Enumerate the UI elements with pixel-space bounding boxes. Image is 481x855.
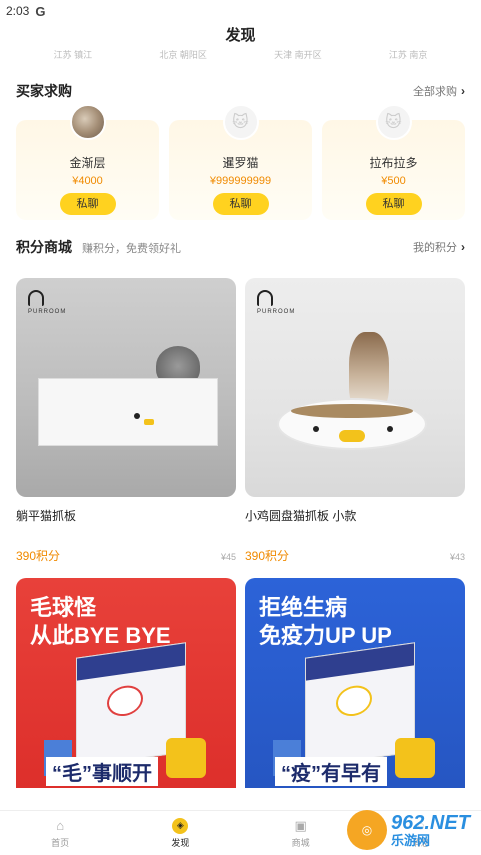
status-bar: 2:03 G: [0, 0, 481, 22]
private-chat-button[interactable]: 私聊: [59, 193, 116, 215]
buyer-price: ¥4000: [72, 175, 103, 187]
banner-subheadline: 从此BYE BYE: [30, 623, 171, 648]
location-item[interactable]: 江苏 南京: [389, 50, 428, 62]
product-image[interactable]: PURROOM: [16, 278, 236, 497]
purroom-logo: PURROOM: [257, 290, 295, 315]
buyer-name: 金渐层: [69, 156, 106, 170]
buyer-price: ¥999999999: [209, 175, 272, 187]
product-name: 小鸡圆盘猫抓板 小款: [245, 509, 357, 523]
chevron-right-icon: ›: [461, 240, 465, 254]
product-points: 390积分: [245, 549, 290, 563]
product-image[interactable]: PURROOM: [245, 278, 465, 497]
product-price-row: 390积分 ¥45: [16, 547, 236, 564]
promo-banners: 毛球怪 从此BYE BYE “毛”事顺开 拒绝生病 免疫力UP UP “疫”有早…: [0, 578, 481, 788]
location-item[interactable]: 天津 南开区: [274, 50, 322, 62]
buyer-price: ¥500: [381, 175, 406, 187]
buyer-card[interactable]: 🐱 拉布拉多 ¥500 私聊: [322, 104, 465, 220]
decor-cube: [166, 738, 206, 778]
mall-section-header: 积分商城 赚积分，免费领好礼 我的积分 ›: [0, 232, 481, 262]
buyer-card[interactable]: 🐱 暹罗猫 ¥999999999 私聊: [169, 104, 312, 220]
avatar: [69, 104, 106, 140]
mall-section-title: 积分商城: [16, 239, 72, 255]
tab-discover[interactable]: ◈ 发现: [150, 817, 210, 849]
tab-shop[interactable]: ▣ 商城: [271, 818, 331, 849]
google-icon: G: [35, 3, 46, 19]
mall-section-subtitle: 赚积分，免费领好礼: [82, 243, 181, 255]
tab-label: 发现: [171, 837, 190, 848]
tab-label: 商城: [291, 837, 310, 848]
product-points: 390积分: [16, 549, 61, 563]
site-watermark: ◎ 962.NET 乐游网: [347, 807, 477, 853]
chevron-right-icon: ›: [461, 84, 465, 98]
watermark-site-name: 乐游网: [391, 832, 431, 848]
banner-slogan: “疫”有早有: [275, 757, 387, 786]
shop-icon: ▣: [294, 817, 307, 833]
my-points-label: 我的积分: [413, 242, 457, 254]
cat-placeholder-icon: 🐱: [222, 104, 259, 140]
buyers-list: 金渐层 ¥4000 私聊 🐱 暹罗猫 ¥999999999 私聊 🐱 拉布拉多 …: [0, 104, 481, 220]
page-title: 发现: [225, 27, 256, 44]
scratch-box-image: [38, 378, 218, 446]
tab-home[interactable]: ⌂ 首页: [30, 818, 90, 849]
buyers-section-title: 买家求购: [16, 83, 72, 99]
private-chat-button[interactable]: 私聊: [365, 193, 422, 215]
product-name: 躺平猫抓板: [16, 509, 77, 523]
watermark-logo: ◎: [347, 810, 387, 850]
banner-slogan: “毛”事顺开: [46, 757, 158, 786]
status-time: 2:03: [6, 4, 30, 18]
location-item[interactable]: 北京 朝阳区: [159, 50, 207, 62]
promo-banner[interactable]: 拒绝生病 免疫力UP UP “疫”有早有: [245, 578, 465, 788]
product-original-price: ¥43: [449, 552, 465, 562]
buyer-card[interactable]: 金渐层 ¥4000 私聊: [16, 104, 159, 220]
all-requests-label: 全部求购: [413, 86, 457, 98]
product-price-row: 390积分 ¥43: [245, 547, 465, 564]
buyers-section-header: 买家求购 全部求购 ›: [0, 76, 481, 106]
all-requests-link[interactable]: 全部求购 ›: [413, 83, 465, 99]
product-card[interactable]: PURROOM 躺平猫抓板 390积分 ¥45: [16, 278, 236, 564]
location-strip: 江苏 镇江 北京 朝阳区 天津 南开区 江苏 南京: [0, 50, 481, 62]
buyer-name: 暹罗猫: [222, 156, 259, 170]
tab-label: 首页: [51, 837, 70, 848]
promo-banner[interactable]: 毛球怪 从此BYE BYE “毛”事顺开: [16, 578, 236, 788]
compass-icon: ◈: [172, 817, 189, 834]
location-item[interactable]: 江苏 镇江: [54, 50, 93, 62]
watermark-number: 962.NET: [391, 811, 470, 834]
purroom-logo: PURROOM: [28, 290, 66, 315]
scratch-bowl-image: [277, 398, 427, 450]
buyer-name: 拉布拉多: [369, 156, 418, 170]
cat-placeholder-icon: 🐱: [375, 104, 412, 140]
product-card[interactable]: PURROOM 小鸡圆盘猫抓板 小款 390积分 ¥43: [245, 278, 465, 564]
product-grid: PURROOM 躺平猫抓板 390积分 ¥45 PURROOM 小鸡圆盘猫抓板 …: [0, 278, 481, 564]
product-original-price: ¥45: [220, 552, 236, 562]
decor-cube: [395, 738, 435, 778]
private-chat-button[interactable]: 私聊: [212, 193, 269, 215]
home-icon: ⌂: [56, 818, 65, 833]
banner-subheadline: 免疫力UP UP: [259, 623, 392, 648]
my-points-link[interactable]: 我的积分 ›: [413, 239, 465, 255]
